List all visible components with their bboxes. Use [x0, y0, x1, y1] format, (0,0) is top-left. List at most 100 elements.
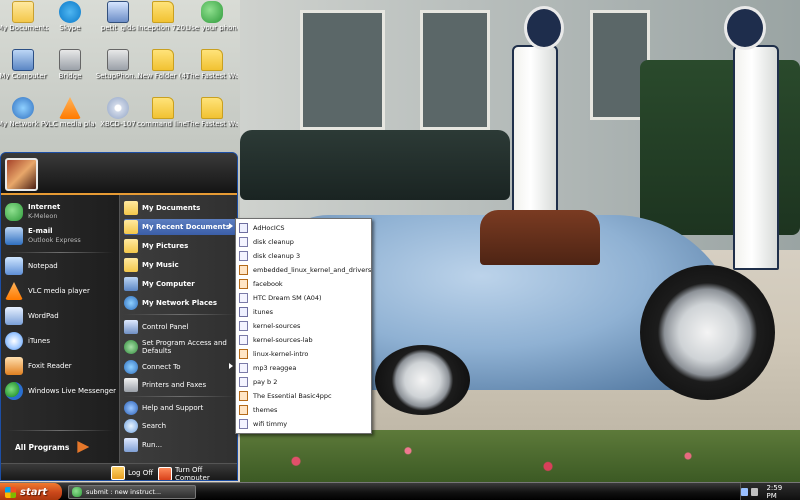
submenu-arrow-icon [229, 363, 233, 369]
folder-icon [201, 97, 223, 119]
desktop-icon-vlc[interactable]: VLC media player [44, 97, 96, 128]
connect-icon [124, 360, 138, 374]
recent-program-foxit[interactable]: Foxit Reader [5, 357, 117, 375]
document-icon [239, 307, 248, 317]
place-my-computer[interactable]: My Computer [124, 276, 236, 292]
start-menu: Internet K-Meleon E-mail Outlook Express N… [0, 152, 238, 481]
wordpad-icon [5, 307, 23, 325]
pinned-email[interactable]: E-mail Outlook Express [5, 227, 117, 245]
taskbar-window-button[interactable]: submit : new instruct... [68, 485, 196, 499]
printer-icon [124, 378, 138, 392]
network-tray-icon[interactable] [741, 488, 749, 496]
power-icon [158, 467, 172, 480]
foxit-reader-icon [5, 357, 23, 375]
volume-tray-icon[interactable] [751, 488, 759, 496]
desktop-icon-fastest-way-1[interactable]: The Fastest Way to B... [186, 49, 238, 80]
wallpaper-old-car [240, 130, 510, 200]
recent-doc-item[interactable]: pay b 2 [239, 375, 369, 389]
wallpaper-wheel [640, 265, 775, 400]
text-file-icon [239, 293, 248, 303]
pinned-internet[interactable]: Internet K-Meleon [5, 203, 117, 221]
desktop-icon-bridge[interactable]: Bridge [44, 49, 96, 80]
wallpaper-window [300, 10, 385, 130]
network-icon [124, 296, 138, 310]
taskbar: start submit : new instruct... 2:59 PM [0, 482, 800, 500]
media-file-icon [239, 349, 248, 359]
network-icon [12, 97, 34, 119]
setup-icon [107, 49, 129, 71]
separator [124, 314, 236, 315]
log-off-button[interactable]: Log Off [111, 466, 153, 480]
text-file-icon [239, 419, 248, 429]
help-and-support[interactable]: Help and Support [124, 400, 236, 416]
recent-doc-item[interactable]: wifi timmy [239, 417, 369, 431]
recent-doc-item[interactable]: embedded_linux_kernel_and_drivers [239, 263, 371, 277]
pinned-title: E-mail [28, 227, 53, 235]
text-file-icon [239, 237, 248, 247]
place-my-recent-documents[interactable]: My Recent Documents [124, 219, 236, 235]
recent-doc-item[interactable]: AdHocICS [239, 221, 369, 235]
recent-doc-item[interactable]: disk cleanup [239, 235, 369, 249]
desktop-icon-phone-internet[interactable]: Use your phone's int... [186, 1, 238, 32]
turn-off-button[interactable]: Turn Off Computer [158, 466, 237, 480]
place-my-documents[interactable]: My Documents [124, 200, 236, 216]
media-file-icon [239, 391, 248, 401]
my-computer-icon [12, 49, 34, 71]
wallpaper-window [420, 10, 490, 130]
recent-doc-item[interactable]: themes [239, 403, 369, 417]
desktop-icon-my-computer[interactable]: My Computer [0, 49, 49, 80]
desktop-icon-skype[interactable]: Skype [44, 1, 96, 32]
recent-doc-item[interactable]: mp3 reaggea [239, 361, 369, 375]
recent-doc-item[interactable]: linux-kernel-intro [239, 347, 369, 361]
recent-program-notepad[interactable]: Notepad [5, 257, 117, 275]
desktop-icon-inception[interactable]: Inception 720... [137, 1, 189, 32]
wallpaper-wheel [375, 345, 470, 415]
separator [124, 396, 236, 397]
notepad-icon [5, 257, 23, 275]
desktop-icon-network-places[interactable]: My Network Places [0, 97, 49, 128]
start-button[interactable]: start [0, 483, 62, 500]
recent-doc-item[interactable]: itunes [239, 305, 369, 319]
document-icon [239, 223, 248, 233]
place-my-network-places[interactable]: My Network Places [124, 295, 236, 311]
my-documents-icon [12, 1, 34, 23]
pinned-title: Internet [28, 203, 61, 211]
desktop-icon-command-line[interactable]: command line - Lifehacker_F... [137, 97, 189, 128]
text-file-icon [239, 363, 248, 373]
my-documents-icon [124, 201, 138, 215]
recent-doc-item[interactable]: facebook [239, 277, 369, 291]
all-programs-button[interactable]: All Programs [15, 441, 90, 453]
desktop-icon-my-documents[interactable]: My Documents [0, 1, 49, 32]
recent-doc-item[interactable]: disk cleanup 3 [239, 249, 369, 263]
system-control-panel[interactable]: Control Panel [124, 319, 236, 335]
file-icon [107, 1, 129, 23]
cd-icon [107, 97, 129, 119]
media-file-icon [239, 265, 248, 275]
clock[interactable]: 2:59 PM [766, 484, 792, 500]
recent-program-vlc[interactable]: VLC media player [5, 282, 117, 300]
desktop-icon-fastest-way-2[interactable]: The Fastest Way to B... [186, 97, 238, 128]
wallpaper-flowers [240, 430, 800, 482]
recent-doc-item[interactable]: HTC Dream SM (A04) [239, 291, 369, 305]
place-my-pictures[interactable]: My Pictures [124, 238, 236, 254]
text-file-icon [239, 377, 248, 387]
system-connect-to[interactable]: Connect To [124, 359, 236, 375]
separator [7, 430, 113, 431]
recent-program-wordpad[interactable]: WordPad [5, 307, 117, 325]
search-icon [124, 419, 138, 433]
search-item[interactable]: Search [124, 418, 236, 434]
recent-doc-item[interactable]: The Essential Basic4ppc [239, 389, 369, 403]
system-program-access[interactable]: Set Program Access and Defaults [124, 336, 236, 358]
recent-doc-item[interactable]: kernel-sources [239, 319, 369, 333]
desktop-icon-new-folder[interactable]: New Folder (4) [137, 49, 189, 80]
recent-documents-menu: AdHocICS disk cleanup disk cleanup 3 emb… [235, 218, 372, 434]
user-avatar[interactable] [5, 158, 38, 191]
control-panel-icon [124, 320, 138, 334]
run-item[interactable]: Run... [124, 437, 236, 453]
recent-program-itunes[interactable]: iTunes [5, 332, 117, 350]
place-my-music[interactable]: My Music [124, 257, 236, 273]
recent-doc-item[interactable]: kernel-sources-lab [239, 333, 369, 347]
recent-program-messenger[interactable]: Windows Live Messenger [5, 382, 117, 400]
system-printers-faxes[interactable]: Printers and Faxes [124, 377, 236, 393]
vlc-icon [59, 97, 81, 119]
